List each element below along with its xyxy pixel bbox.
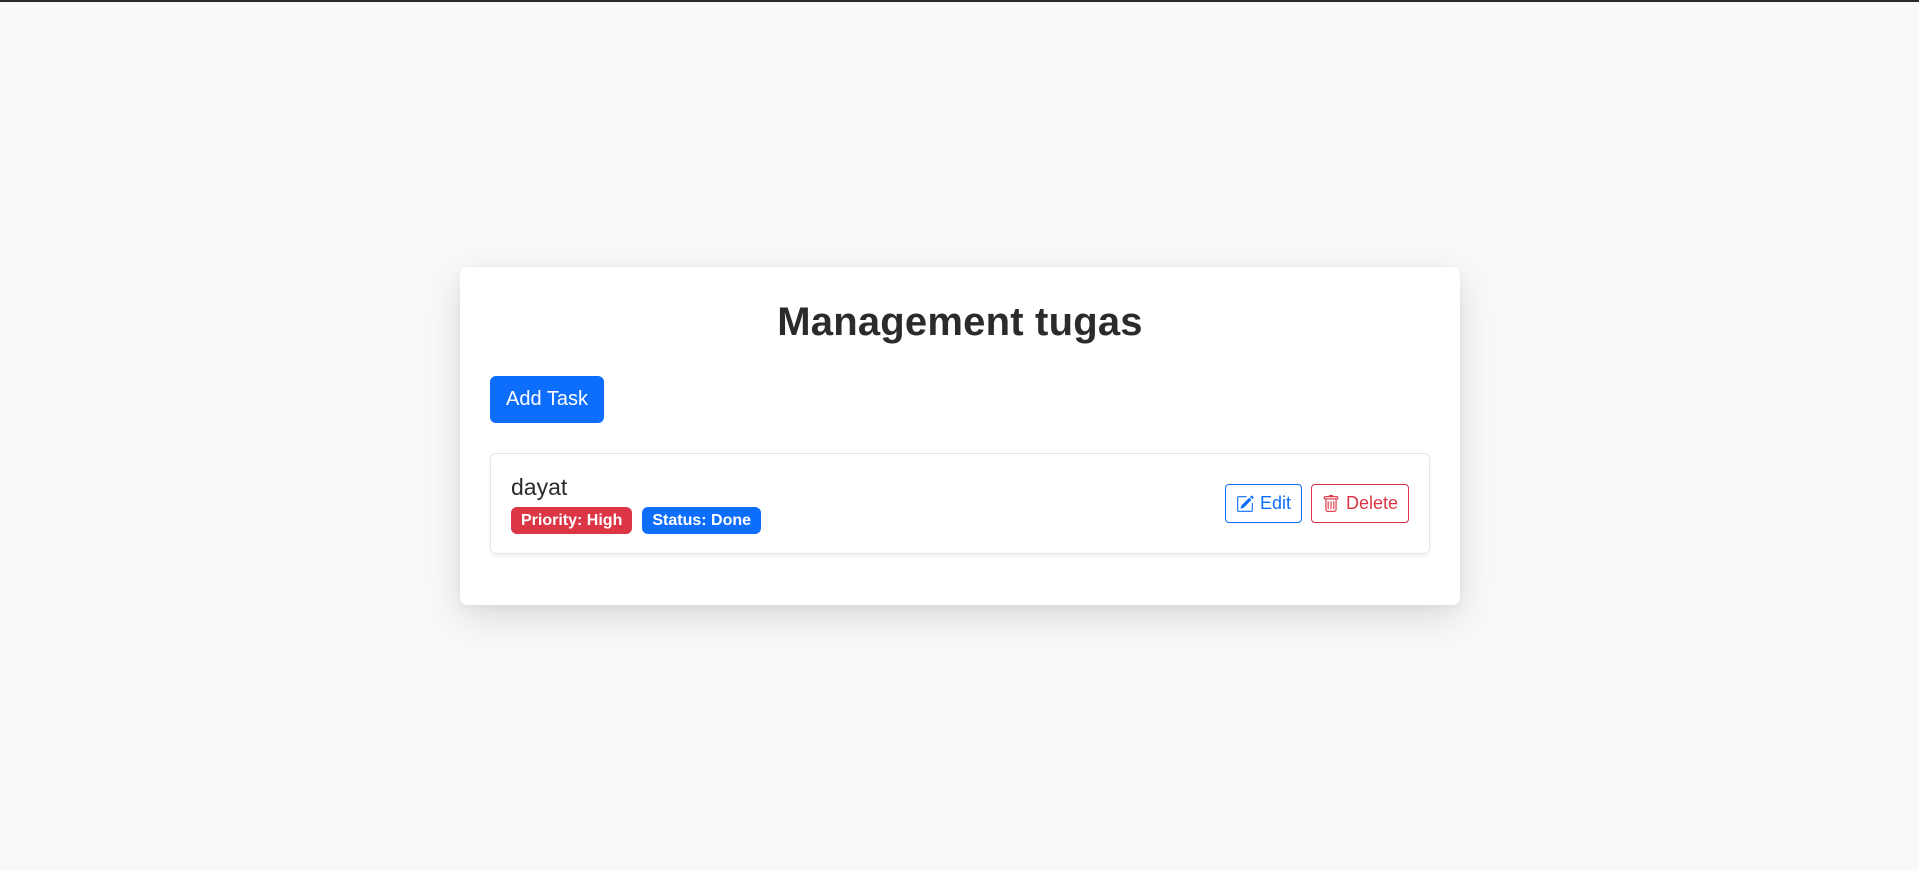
priority-badge: Priority: High: [511, 507, 633, 534]
task-item: dayat Priority: High Status: Done Edit D…: [490, 453, 1430, 554]
status-badge: Status: Done: [642, 507, 762, 534]
top-border: [0, 0, 1919, 2]
task-list: dayat Priority: High Status: Done Edit D…: [490, 453, 1430, 554]
trash-icon: [1322, 494, 1340, 513]
delete-button-label: Delete: [1345, 493, 1398, 513]
page-title: Management tugas: [777, 300, 1143, 344]
add-task-button[interactable]: Add Task: [490, 376, 604, 423]
task-badges: Priority: High Status: Done: [511, 507, 762, 534]
task-manager-card: Management tugas Add Task dayat Priority…: [460, 267, 1460, 605]
edit-button-label: Edit: [1259, 493, 1291, 513]
delete-task-button[interactable]: Delete: [1310, 484, 1409, 523]
edit-icon: [1236, 495, 1254, 513]
task-title: dayat: [511, 474, 568, 500]
task-actions: Edit Delete: [1224, 484, 1409, 523]
edit-task-button[interactable]: Edit: [1224, 484, 1302, 523]
